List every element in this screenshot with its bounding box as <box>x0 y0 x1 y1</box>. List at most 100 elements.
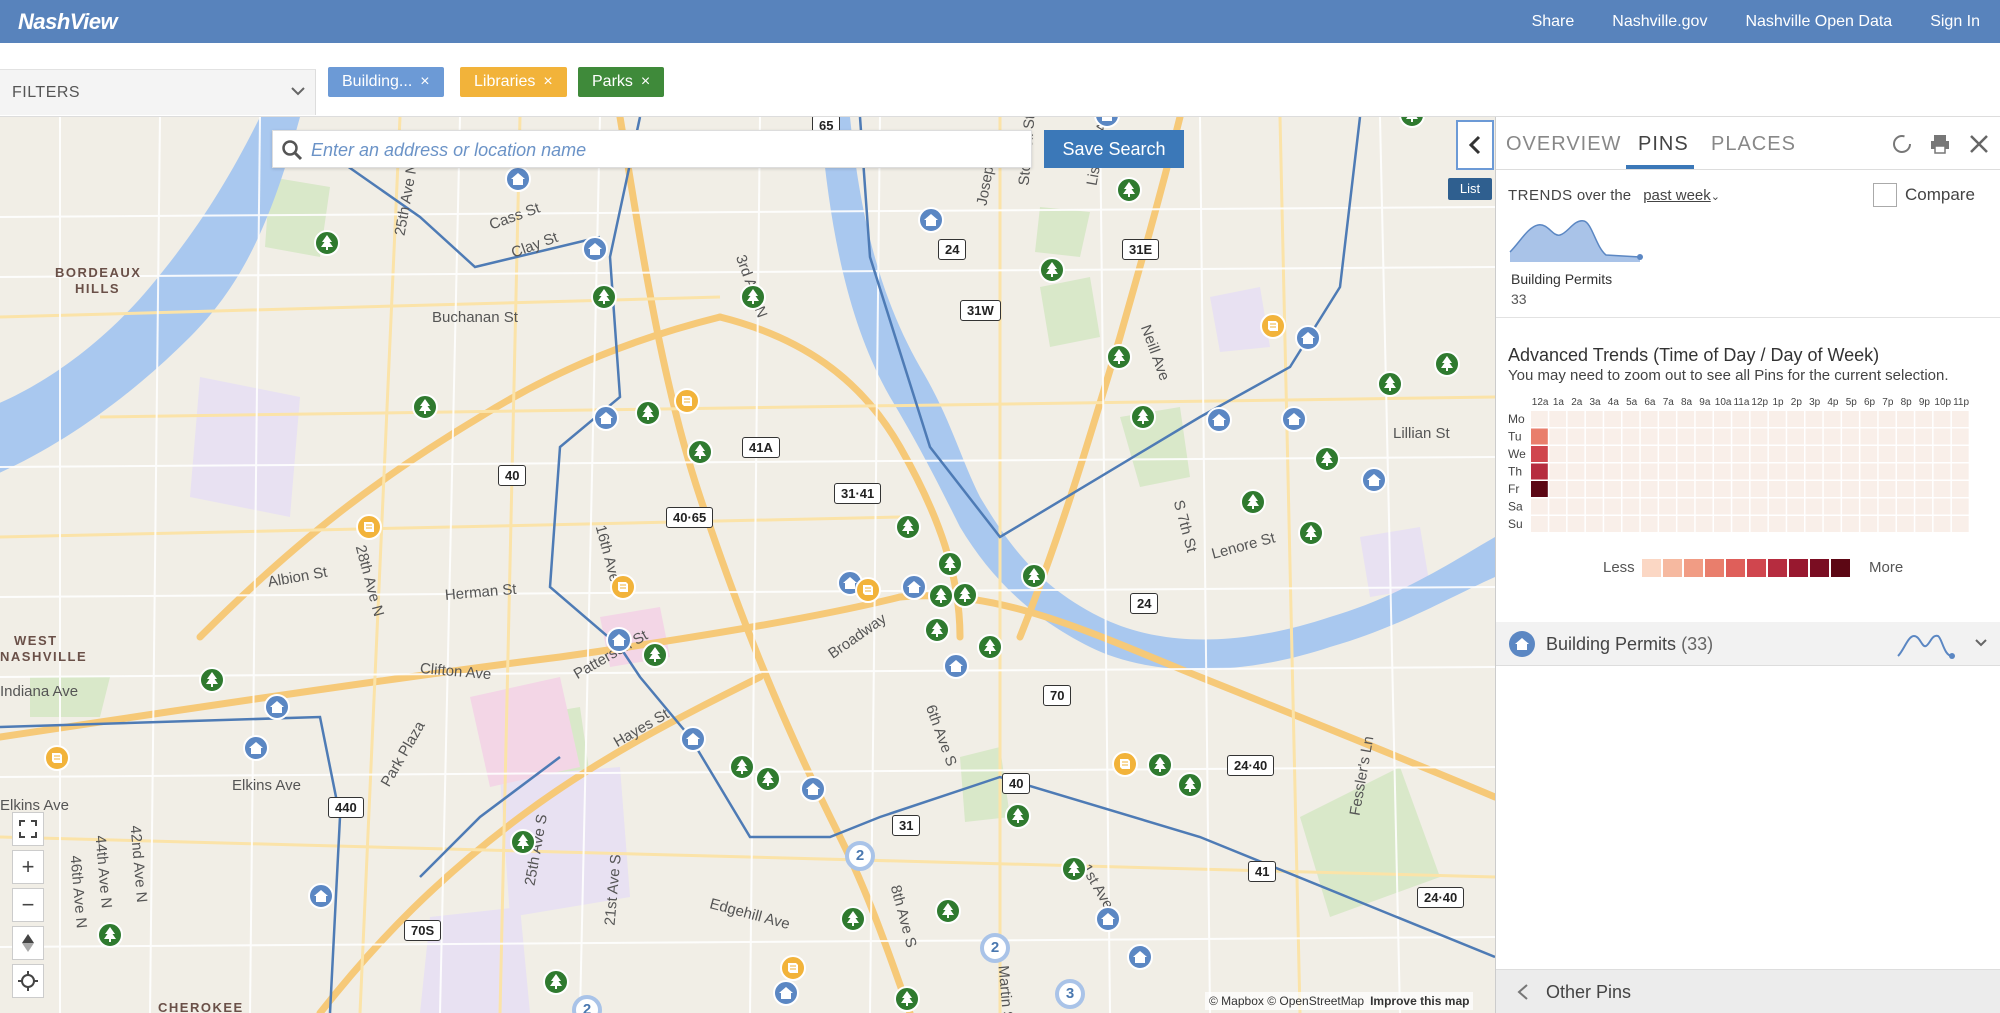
building-permit-pin-icon[interactable] <box>504 165 532 193</box>
layer-row-building-permits[interactable]: Building Permits (33) <box>1496 622 2000 666</box>
building-permit-pin-icon[interactable] <box>263 693 291 721</box>
park-pin-icon[interactable] <box>590 283 618 311</box>
save-search-button[interactable]: Save Search <box>1044 130 1184 168</box>
tab-pins[interactable]: PINS <box>1638 133 1689 156</box>
app-logo[interactable]: NashView <box>18 9 118 35</box>
park-pin-icon[interactable] <box>198 666 226 694</box>
building-permit-pin-icon[interactable] <box>942 652 970 680</box>
park-pin-icon[interactable] <box>894 513 922 541</box>
building-permit-pin-icon[interactable] <box>799 775 827 803</box>
pin-cluster[interactable]: 2 <box>980 933 1010 963</box>
park-pin-icon[interactable] <box>893 985 921 1013</box>
close-icon[interactable] <box>1968 133 1990 155</box>
building-permit-pin-icon[interactable] <box>605 626 633 654</box>
filters-dropdown[interactable]: FILTERS <box>0 69 316 115</box>
tab-overview[interactable]: OVERVIEW <box>1506 133 1621 156</box>
building-permit-pin-icon[interactable] <box>1094 905 1122 933</box>
park-pin-icon[interactable] <box>1060 855 1088 883</box>
chevron-down-icon[interactable] <box>1974 636 1988 650</box>
library-pin-icon[interactable] <box>779 954 807 982</box>
nav-share-link[interactable]: Share <box>1532 13 1575 31</box>
park-pin-icon[interactable] <box>1313 445 1341 473</box>
building-permit-pin-icon[interactable] <box>1093 117 1121 129</box>
park-pin-icon[interactable] <box>1376 370 1404 398</box>
filter-chip-libraries[interactable]: Libraries × <box>460 67 567 97</box>
building-permit-pin-icon[interactable] <box>1280 405 1308 433</box>
park-pin-icon[interactable] <box>1398 117 1426 129</box>
pin-cluster[interactable]: 2 <box>845 841 875 871</box>
park-pin-icon[interactable] <box>739 283 767 311</box>
library-pin-icon[interactable] <box>854 576 882 604</box>
nav-nashville-gov-link[interactable]: Nashville.gov <box>1612 13 1707 31</box>
park-pin-icon[interactable] <box>634 399 662 427</box>
park-pin-icon[interactable] <box>936 550 964 578</box>
building-permit-pin-icon[interactable] <box>1360 466 1388 494</box>
park-pin-icon[interactable] <box>96 921 124 949</box>
park-pin-icon[interactable] <box>839 905 867 933</box>
compass-icon[interactable] <box>12 926 44 960</box>
zoom-out-button[interactable]: − <box>12 888 44 922</box>
park-pin-icon[interactable] <box>1433 350 1461 378</box>
map-canvas[interactable]: BORDEAUX HILLS WEST NASHVILLE CHEROKEE Cass S… <box>0 117 1495 1013</box>
library-pin-icon[interactable] <box>43 744 71 772</box>
park-pin-icon[interactable] <box>641 641 669 669</box>
park-pin-icon[interactable] <box>1146 751 1174 779</box>
building-permit-pin-icon[interactable] <box>592 404 620 432</box>
refresh-icon[interactable] <box>1891 133 1913 155</box>
close-icon[interactable]: × <box>543 73 552 90</box>
building-permit-pin-icon[interactable] <box>581 235 609 263</box>
park-pin-icon[interactable] <box>411 393 439 421</box>
close-icon[interactable]: × <box>641 73 650 90</box>
panel-collapse-button[interactable] <box>1456 120 1494 170</box>
nav-sign-in-link[interactable]: Sign In <box>1930 13 1980 31</box>
other-pins-row[interactable]: Other Pins <box>1496 969 2000 1013</box>
park-pin-icon[interactable] <box>754 765 782 793</box>
park-pin-icon[interactable] <box>1129 403 1157 431</box>
library-pin-icon[interactable] <box>1259 312 1287 340</box>
close-icon[interactable]: × <box>420 73 429 90</box>
zoom-in-button[interactable]: + <box>12 850 44 884</box>
park-pin-icon[interactable] <box>951 581 979 609</box>
park-pin-icon[interactable] <box>1004 802 1032 830</box>
period-dropdown[interactable]: past week <box>1643 187 1711 204</box>
compare-toggle[interactable]: Compare <box>1873 183 1975 207</box>
tab-places[interactable]: PLACES <box>1711 133 1796 156</box>
park-pin-icon[interactable] <box>923 616 951 644</box>
library-pin-icon[interactable] <box>355 513 383 541</box>
search-input[interactable] <box>311 137 1021 163</box>
building-permit-pin-icon[interactable] <box>242 734 270 762</box>
fullscreen-icon[interactable] <box>12 812 44 846</box>
library-pin-icon[interactable] <box>1111 750 1139 778</box>
building-permit-pin-icon[interactable] <box>679 725 707 753</box>
building-permits-sparkline[interactable] <box>1508 217 1648 267</box>
park-pin-icon[interactable] <box>934 897 962 925</box>
park-pin-icon[interactable] <box>976 633 1004 661</box>
pin-cluster[interactable]: 3 <box>1055 979 1085 1009</box>
filter-chip-building-permits[interactable]: Building... × <box>328 67 444 97</box>
park-pin-icon[interactable] <box>1239 488 1267 516</box>
improve-map-link[interactable]: Improve this map <box>1370 994 1469 1008</box>
park-pin-icon[interactable] <box>1038 256 1066 284</box>
library-pin-icon[interactable] <box>673 387 701 415</box>
building-permit-pin-icon[interactable] <box>1294 324 1322 352</box>
park-pin-icon[interactable] <box>542 968 570 996</box>
filter-chip-parks[interactable]: Parks × <box>578 67 665 97</box>
park-pin-icon[interactable] <box>728 753 756 781</box>
print-icon[interactable] <box>1929 133 1951 155</box>
building-permit-pin-icon[interactable] <box>772 979 800 1007</box>
park-pin-icon[interactable] <box>1115 176 1143 204</box>
park-pin-icon[interactable] <box>686 438 714 466</box>
building-permit-pin-icon[interactable] <box>307 882 335 910</box>
park-pin-icon[interactable] <box>1297 519 1325 547</box>
compare-checkbox[interactable] <box>1873 183 1897 207</box>
building-permit-pin-icon[interactable] <box>1205 406 1233 434</box>
building-permit-pin-icon[interactable] <box>900 573 928 601</box>
park-pin-icon[interactable] <box>509 828 537 856</box>
park-pin-icon[interactable] <box>1176 771 1204 799</box>
park-pin-icon[interactable] <box>313 229 341 257</box>
library-pin-icon[interactable] <box>609 573 637 601</box>
building-permit-pin-icon[interactable] <box>1126 943 1154 971</box>
nav-open-data-link[interactable]: Nashville Open Data <box>1745 13 1892 31</box>
park-pin-icon[interactable] <box>1020 562 1048 590</box>
locate-icon[interactable] <box>12 964 44 998</box>
